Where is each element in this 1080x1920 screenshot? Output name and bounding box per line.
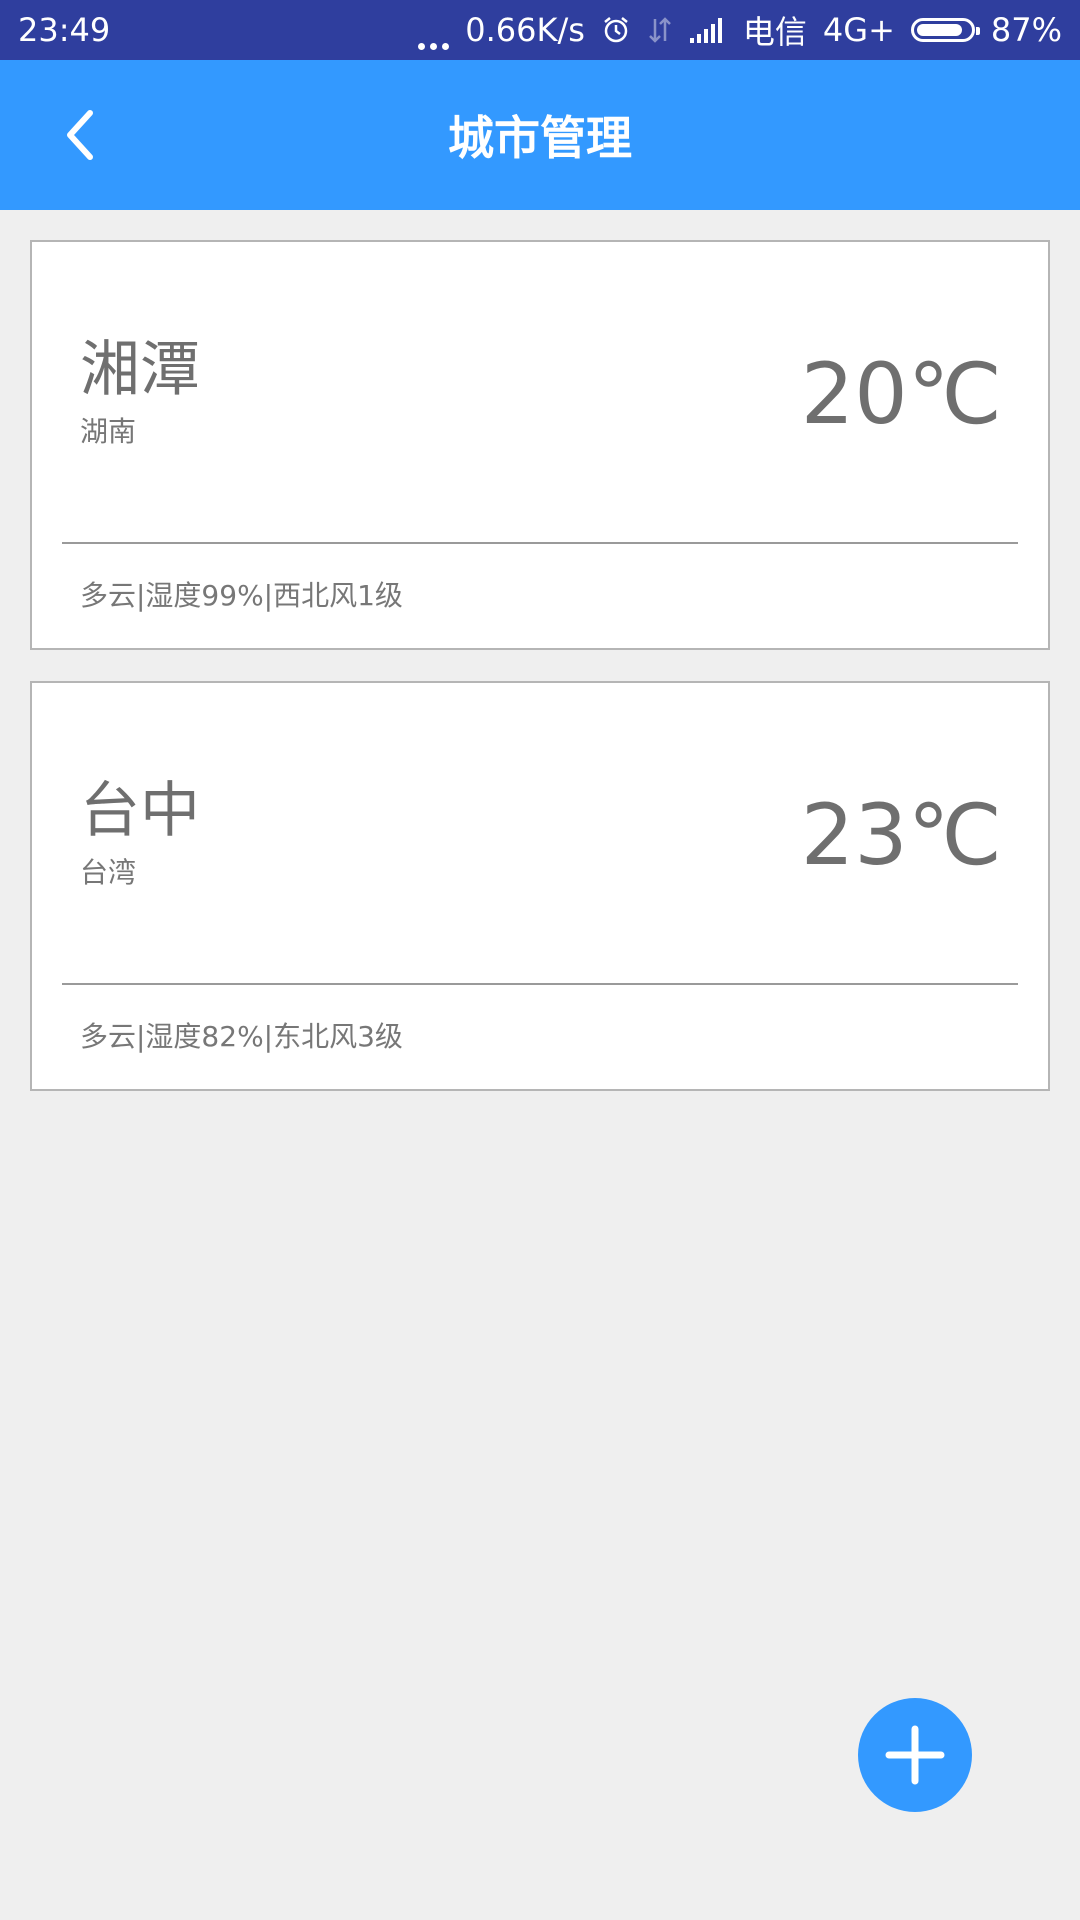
add-city-button[interactable] bbox=[858, 1698, 972, 1812]
more-notifications-icon bbox=[418, 20, 450, 50]
network-speed: 0.66K/s bbox=[465, 11, 585, 49]
status-indicators: 0.66K/s 电信 4G+ 87% bbox=[418, 7, 1062, 53]
divider bbox=[62, 542, 1018, 544]
back-button[interactable] bbox=[40, 95, 120, 175]
status-bar: 23:49 0.66K/s 电信 4G+ 87% bbox=[0, 0, 1080, 60]
battery-percent: 87% bbox=[990, 11, 1062, 49]
weather-detail: 多云|湿度82%|东北风3级 bbox=[80, 1020, 403, 1053]
temperature: 23℃ bbox=[800, 786, 1002, 884]
divider bbox=[62, 983, 1018, 985]
plus-icon bbox=[885, 1725, 945, 1785]
status-time: 23:49 bbox=[18, 11, 111, 49]
page-title: 城市管理 bbox=[448, 111, 632, 165]
alarm-icon bbox=[604, 17, 628, 43]
carrier-label: 电信 bbox=[742, 13, 807, 51]
city-card[interactable]: 湘潭 湖南 20℃ 多云|湿度99%|西北风1级 bbox=[30, 240, 1050, 650]
temperature: 20℃ bbox=[800, 345, 1002, 443]
city-card[interactable]: 台中 台湾 23℃ 多云|湿度82%|东北风3级 bbox=[30, 681, 1050, 1091]
back-arrow-icon bbox=[67, 110, 93, 160]
province-name: 台湾 bbox=[80, 856, 137, 889]
network-type: 4G+ bbox=[822, 11, 895, 49]
weather-detail: 多云|湿度99%|西北风1级 bbox=[80, 579, 403, 612]
signal-icon bbox=[689, 18, 722, 43]
data-transfer-icon bbox=[649, 17, 671, 43]
app-bar: 城市管理 bbox=[0, 60, 1080, 210]
battery-icon bbox=[910, 18, 980, 42]
city-name: 湘潭 bbox=[80, 335, 200, 405]
province-name: 湖南 bbox=[80, 415, 137, 448]
city-name: 台中 bbox=[80, 776, 200, 846]
